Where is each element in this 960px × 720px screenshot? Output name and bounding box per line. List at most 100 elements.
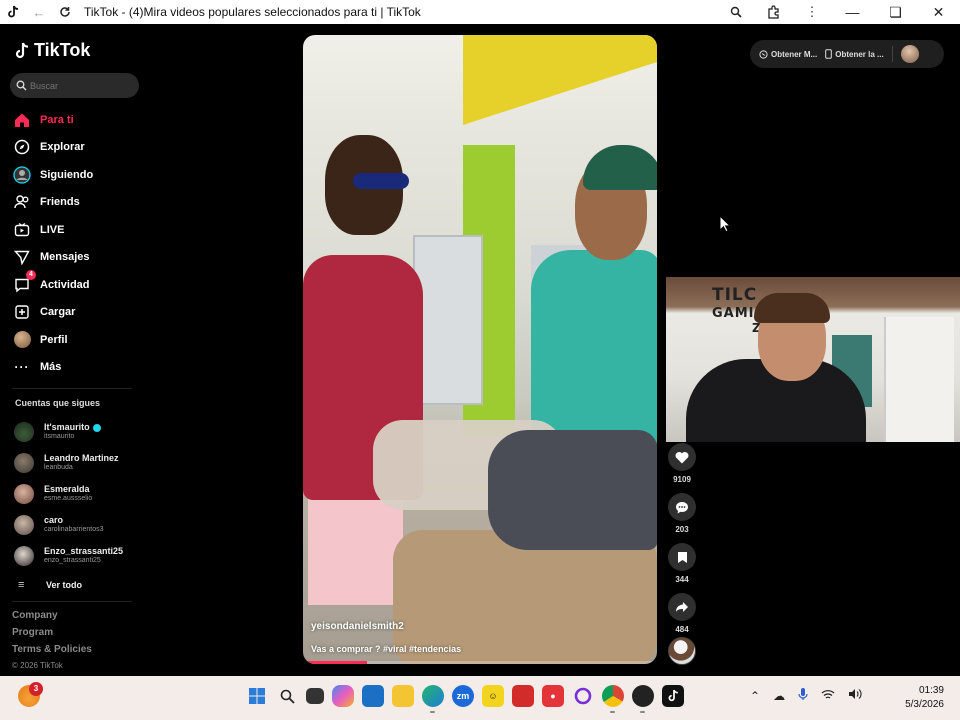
sidebar: TikTok Para ti Explorar Siguiendo Friend… bbox=[0, 24, 150, 676]
search-input[interactable] bbox=[30, 80, 130, 91]
search-box[interactable] bbox=[10, 73, 139, 98]
store-icon[interactable] bbox=[362, 685, 384, 707]
dark-app-icon[interactable] bbox=[632, 685, 654, 713]
video-scene-cap bbox=[583, 145, 657, 190]
weather-widget[interactable]: 3 bbox=[18, 682, 43, 709]
search-icon[interactable] bbox=[276, 685, 298, 707]
video-player[interactable]: yeisondanielsmith2 Vas a comprar ? #vira… bbox=[303, 35, 657, 664]
following-item[interactable]: It'smaurito itsmaurito bbox=[14, 416, 144, 447]
chevron-up-icon[interactable]: ⌃ bbox=[750, 689, 760, 703]
avatar bbox=[14, 545, 34, 566]
nav-actividad[interactable]: 4 Actividad bbox=[12, 269, 142, 299]
app-icon bbox=[0, 0, 26, 24]
following-item[interactable]: Esmeralda esme.aussselio bbox=[14, 478, 144, 509]
nav-label: Perfil bbox=[40, 333, 68, 346]
video-author[interactable]: yeisondanielsmith2 bbox=[311, 621, 404, 632]
nav-mensajes[interactable]: Mensajes bbox=[12, 244, 142, 272]
following-handle: carolinabarrientos3 bbox=[44, 525, 104, 533]
creator-avatar[interactable] bbox=[668, 637, 696, 665]
extensions-icon[interactable] bbox=[755, 0, 793, 24]
like-button[interactable]: 9109 bbox=[667, 443, 697, 484]
nav-perfil[interactable]: Perfil bbox=[12, 326, 142, 354]
file-explorer-icon[interactable] bbox=[392, 685, 414, 707]
share-icon bbox=[676, 602, 688, 612]
edge-icon[interactable] bbox=[422, 685, 444, 713]
windows-taskbar: 3 zm ☺ ● ⌃ ☁ 01:39 5/3/2026 bbox=[0, 676, 960, 720]
live-icon bbox=[12, 220, 32, 240]
following-item[interactable]: caro carolinabarrientos3 bbox=[14, 509, 144, 540]
microphone-icon[interactable] bbox=[798, 687, 808, 704]
game-app-icon[interactable]: ☺ bbox=[482, 685, 504, 707]
sidebar-divider bbox=[12, 388, 132, 389]
comment-button[interactable]: 203 bbox=[667, 493, 697, 534]
user-avatar[interactable] bbox=[900, 45, 919, 63]
sidebar-footer: Company Program Terms & Policies © 2026 … bbox=[12, 610, 92, 678]
reload-button[interactable] bbox=[52, 0, 78, 24]
zoom-app-icon[interactable]: zm bbox=[452, 685, 474, 707]
video-actions: 9109 203 344 484 bbox=[667, 443, 697, 643]
more-icon: ··· bbox=[14, 360, 30, 375]
restore-button[interactable]: ❏ bbox=[874, 0, 917, 24]
webcam-scene-door bbox=[884, 317, 954, 442]
close-button[interactable]: ✕ bbox=[917, 0, 960, 24]
video-progress-bar[interactable] bbox=[303, 661, 657, 664]
red-app-icon[interactable] bbox=[512, 685, 534, 707]
red-square-app-icon[interactable]: ● bbox=[542, 685, 564, 707]
avatar bbox=[14, 483, 34, 504]
system-tray: ⌃ ☁ bbox=[750, 687, 862, 704]
weather-badge: 3 bbox=[29, 682, 43, 696]
activity-badge: 4 bbox=[26, 269, 36, 280]
nav-label: Más bbox=[40, 361, 62, 374]
ring-app-icon[interactable] bbox=[572, 685, 594, 707]
video-progress-fill bbox=[303, 661, 367, 664]
nav-cargar[interactable]: Cargar bbox=[12, 299, 142, 327]
following-handle: esme.aussselio bbox=[44, 494, 93, 502]
nav-mas[interactable]: ··· Más bbox=[12, 354, 142, 382]
footer-link-terms[interactable]: Terms & Policies bbox=[12, 644, 92, 661]
following-name: Esmeralda bbox=[44, 484, 90, 495]
taskbar-clock[interactable]: 01:39 5/3/2026 bbox=[905, 684, 944, 712]
tiktok-logo[interactable]: TikTok bbox=[14, 40, 90, 61]
save-button[interactable]: 344 bbox=[667, 543, 697, 584]
phone-icon bbox=[825, 49, 833, 59]
activity-icon: 4 bbox=[12, 269, 36, 295]
save-count: 344 bbox=[675, 575, 689, 584]
clock-time: 01:39 bbox=[918, 685, 944, 696]
video-caption: Vas a comprar ? #viral #tendencias bbox=[311, 644, 462, 654]
nav-friends[interactable]: Friends bbox=[12, 189, 142, 217]
coin-icon bbox=[759, 49, 768, 59]
get-coins-button[interactable]: Obtener M... bbox=[759, 50, 817, 59]
share-button[interactable]: 484 bbox=[667, 593, 697, 634]
footer-link-company[interactable]: Company bbox=[12, 610, 92, 627]
following-item[interactable]: Enzo_strassanti25 enzo_strassanti25 bbox=[14, 540, 144, 571]
tiktok-taskbar-icon[interactable] bbox=[662, 685, 684, 707]
footer-link-program[interactable]: Program bbox=[12, 627, 92, 644]
video-scene-ceiling bbox=[463, 35, 657, 126]
volume-icon[interactable] bbox=[848, 688, 862, 703]
get-app-button[interactable]: Obtener la ... bbox=[825, 49, 884, 59]
share-count: 484 bbox=[675, 625, 689, 634]
back-button[interactable]: ← bbox=[26, 0, 52, 24]
minimize-button[interactable]: — bbox=[831, 0, 874, 24]
start-icon[interactable] bbox=[246, 685, 268, 707]
following-handle: leanbuda bbox=[44, 463, 73, 471]
home-icon bbox=[12, 110, 32, 130]
sidebar-divider bbox=[12, 601, 132, 602]
task-view-icon[interactable] bbox=[306, 688, 324, 704]
nav-explorar[interactable]: Explorar bbox=[12, 134, 142, 162]
following-icon bbox=[12, 165, 32, 185]
see-all-button[interactable]: ≡ Ver todo bbox=[14, 571, 144, 599]
heart-icon bbox=[675, 451, 689, 463]
nav-live[interactable]: LIVE bbox=[12, 216, 142, 244]
video-scene-shelf bbox=[413, 235, 483, 405]
nav-para-ti[interactable]: Para ti bbox=[12, 106, 142, 134]
nav-siguiendo[interactable]: Siguiendo bbox=[12, 161, 142, 189]
menu-dots-icon[interactable]: ⋮ bbox=[793, 0, 831, 24]
onedrive-icon[interactable]: ☁ bbox=[773, 689, 785, 703]
wifi-icon[interactable] bbox=[821, 689, 835, 703]
following-item[interactable]: Leandro Martinez leanbuda bbox=[14, 447, 144, 478]
zoom-icon[interactable] bbox=[717, 0, 755, 24]
avatar bbox=[14, 514, 34, 535]
copilot-icon[interactable] bbox=[332, 685, 354, 707]
chrome-icon[interactable] bbox=[602, 685, 624, 713]
